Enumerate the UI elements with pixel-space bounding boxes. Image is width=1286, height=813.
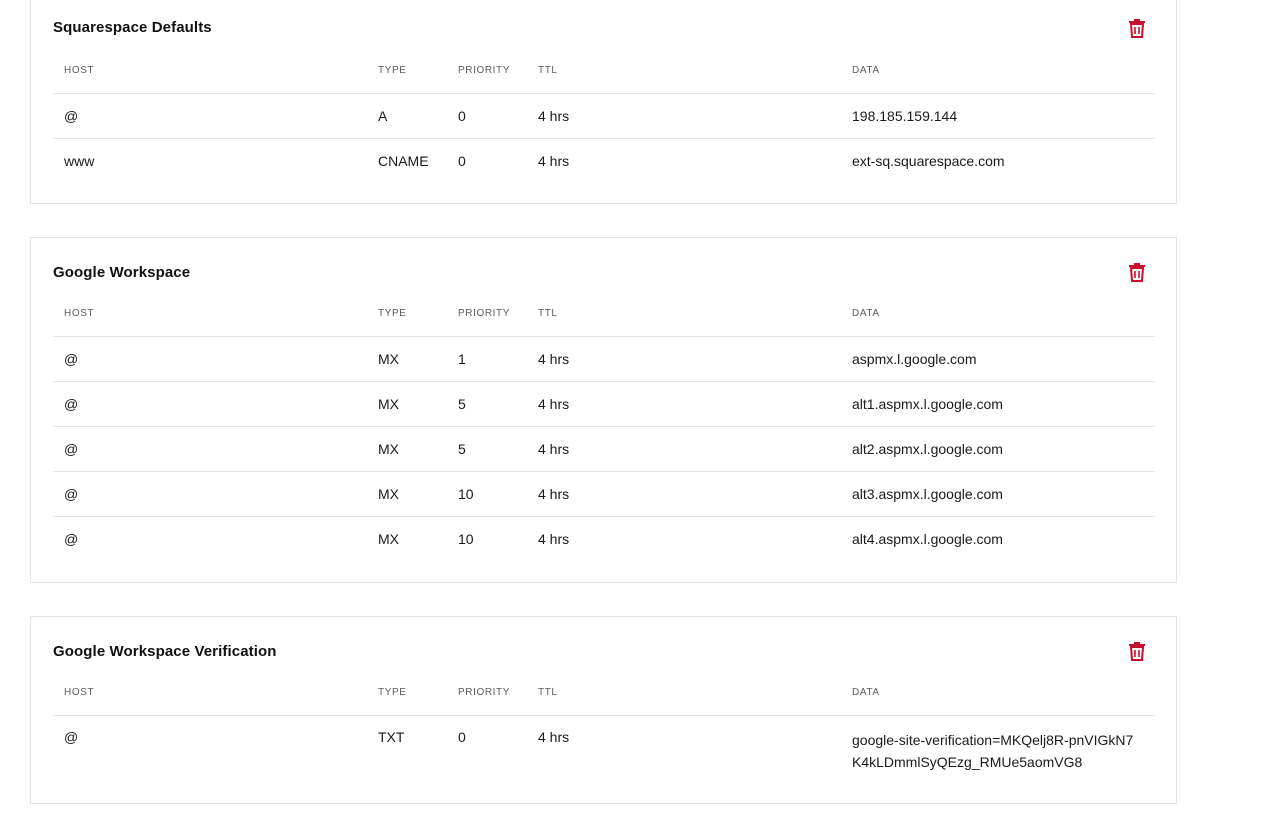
table-header-row: HOST TYPE PRIORITY TTL DATA xyxy=(53,671,1155,716)
dns-group-card: Squarespace Defaults HOST TYPE PRIORITY … xyxy=(30,0,1177,204)
record-priority: 10 xyxy=(447,471,527,517)
record-data: alt4.aspmx.l.google.com xyxy=(852,530,1003,547)
dns-record-row: @ MX 10 4 hrs alt3.aspmx.l.google.com xyxy=(53,471,1155,517)
record-data: aspmx.l.google.com xyxy=(841,336,1155,382)
table-header-row: HOST TYPE PRIORITY TTL DATA xyxy=(53,49,1155,94)
trash-icon[interactable] xyxy=(1128,18,1146,38)
record-host: @ xyxy=(64,728,79,745)
dns-records-table: HOST TYPE PRIORITY TTL DATA @ A 0 4 hrs … xyxy=(53,49,1155,183)
record-priority: 0 xyxy=(447,93,527,139)
column-header-ttl: TTL xyxy=(527,49,841,94)
record-host: @ xyxy=(64,530,79,547)
record-priority: 0 xyxy=(458,152,466,169)
column-header-priority: PRIORITY xyxy=(447,671,527,716)
record-host: @ xyxy=(53,471,367,517)
dns-records-table: HOST TYPE PRIORITY TTL DATA @ MX 1 4 hrs… xyxy=(53,292,1155,561)
record-ttl: 4 hrs xyxy=(527,381,841,427)
column-header-host: HOST xyxy=(53,671,367,716)
record-priority: 5 xyxy=(447,381,527,427)
record-host: @ xyxy=(53,93,367,139)
record-ttl: 4 hrs xyxy=(527,336,841,382)
record-priority: 10 xyxy=(458,530,474,547)
column-header-host: HOST xyxy=(53,49,367,94)
column-header-priority: PRIORITY xyxy=(447,49,527,94)
record-type: CNAME xyxy=(378,152,429,169)
column-header-type: TYPE xyxy=(367,49,447,94)
dns-group-card: Google Workspace HOST TYPE PRIORITY TTL … xyxy=(30,237,1177,583)
dns-record-row: @ TXT 0 4 hrs google-site-verification=M… xyxy=(53,715,1155,795)
column-header-ttl: TTL xyxy=(527,671,841,716)
dns-record-row: @ MX 10 4 hrs alt4.aspmx.l.google.com xyxy=(53,516,1155,561)
dns-record-row: www CNAME 0 4 hrs ext-sq.squarespace.com xyxy=(53,138,1155,183)
record-data: 198.185.159.144 xyxy=(841,93,1155,139)
dns-group-card: Google Workspace Verification HOST TYPE … xyxy=(30,616,1177,804)
record-type: MX xyxy=(367,471,447,517)
dns-group-title: Google Workspace Verification xyxy=(53,643,277,660)
column-header-type: TYPE xyxy=(367,292,447,337)
record-data: alt1.aspmx.l.google.com xyxy=(841,381,1155,427)
record-ttl: 4 hrs xyxy=(527,93,841,139)
column-header-priority: PRIORITY xyxy=(447,292,527,337)
record-data: alt2.aspmx.l.google.com xyxy=(841,426,1155,472)
record-priority: 0 xyxy=(458,728,466,745)
record-data: google-site-verification=MKQelj8R-pnVIGk… xyxy=(852,731,1134,770)
record-data: alt3.aspmx.l.google.com xyxy=(841,471,1155,517)
record-host: www xyxy=(64,152,95,169)
column-header-data: DATA xyxy=(841,671,1155,716)
record-ttl: 4 hrs xyxy=(527,471,841,517)
record-data: ext-sq.squarespace.com xyxy=(852,152,1005,169)
record-ttl: 4 hrs xyxy=(538,152,570,169)
record-priority: 1 xyxy=(447,336,527,382)
column-header-data: DATA xyxy=(841,49,1155,94)
record-ttl: 4 hrs xyxy=(538,728,570,745)
record-host: @ xyxy=(53,426,367,472)
record-host: @ xyxy=(53,381,367,427)
column-header-type: TYPE xyxy=(367,671,447,716)
column-header-host: HOST xyxy=(53,292,367,337)
column-header-data: DATA xyxy=(841,292,1155,337)
trash-icon[interactable] xyxy=(1128,641,1146,661)
record-ttl: 4 hrs xyxy=(538,530,570,547)
dns-group-title: Google Workspace xyxy=(53,264,191,281)
record-type: A xyxy=(367,93,447,139)
dns-record-row: @ A 0 4 hrs 198.185.159.144 xyxy=(53,93,1155,139)
record-type: TXT xyxy=(378,728,405,745)
table-header-row: HOST TYPE PRIORITY TTL DATA xyxy=(53,292,1155,337)
trash-icon[interactable] xyxy=(1128,262,1146,282)
dns-record-row: @ MX 1 4 hrs aspmx.l.google.com xyxy=(53,336,1155,382)
record-type: MX xyxy=(367,336,447,382)
record-type: MX xyxy=(367,381,447,427)
dns-record-row: @ MX 5 4 hrs alt1.aspmx.l.google.com xyxy=(53,381,1155,427)
dns-records-table: HOST TYPE PRIORITY TTL DATA @ TXT 0 4 hr… xyxy=(53,671,1155,795)
record-type: MX xyxy=(367,426,447,472)
column-header-ttl: TTL xyxy=(527,292,841,337)
dns-group-title: Squarespace Defaults xyxy=(53,19,212,36)
record-priority: 5 xyxy=(447,426,527,472)
record-type: MX xyxy=(378,530,399,547)
record-host: @ xyxy=(53,336,367,382)
record-ttl: 4 hrs xyxy=(527,426,841,472)
dns-record-row: @ MX 5 4 hrs alt2.aspmx.l.google.com xyxy=(53,426,1155,472)
